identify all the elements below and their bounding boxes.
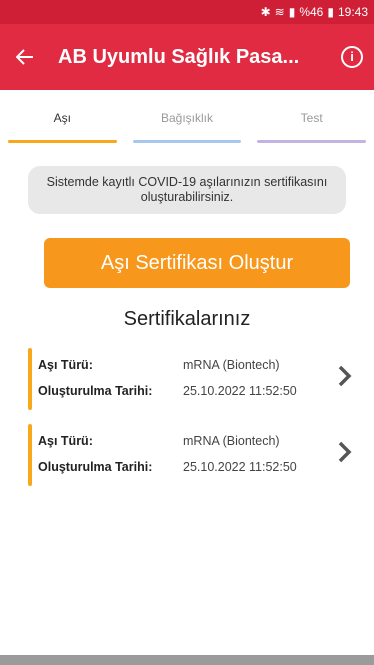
created-date-value: 25.10.2022 11:52:50 bbox=[183, 460, 297, 474]
battery-icon: ▮ bbox=[327, 5, 334, 19]
vaccine-type-value: mRNA (Biontech) bbox=[183, 358, 280, 372]
chevron-right-icon bbox=[338, 441, 352, 463]
created-date-label: Oluşturulma Tarihi: bbox=[38, 384, 153, 398]
bottom-edge bbox=[0, 655, 374, 665]
tab-indicator bbox=[8, 140, 117, 143]
tab-immunity[interactable]: Bağışıklık bbox=[125, 90, 250, 146]
info-icon: i bbox=[341, 46, 363, 68]
info-button[interactable]: i bbox=[330, 24, 374, 90]
created-date-label: Oluşturulma Tarihi: bbox=[38, 460, 153, 474]
vaccine-type-value: mRNA (Biontech) bbox=[183, 434, 280, 448]
info-notice: Sistemde kayıtlı COVID-19 aşılarınızın s… bbox=[28, 166, 346, 214]
clock: 19:43 bbox=[337, 5, 368, 19]
signal-icon: ▮ bbox=[288, 5, 296, 19]
tab-label: Bağışıklık bbox=[160, 111, 214, 125]
battery-percent: %46 bbox=[299, 5, 324, 19]
create-certificate-button[interactable]: Aşı Sertifikası Oluştur bbox=[44, 238, 350, 288]
chevron-right-icon bbox=[338, 365, 352, 387]
arrow-left-icon bbox=[16, 49, 33, 65]
certificate-item[interactable]: Aşı Türü: mRNA (Biontech) Oluşturulma Ta… bbox=[28, 348, 368, 410]
tab-bar: Aşı Bağışıklık Test bbox=[0, 90, 374, 146]
vaccine-type-label: Aşı Türü: bbox=[38, 434, 93, 448]
certificate-accent bbox=[28, 348, 32, 410]
certificate-item[interactable]: Aşı Türü: mRNA (Biontech) Oluşturulma Ta… bbox=[28, 424, 368, 486]
tab-label: Aşı bbox=[53, 111, 71, 125]
page-title: AB Uyumlu Sağlık Pasa... bbox=[58, 45, 300, 68]
tab-test[interactable]: Test bbox=[249, 90, 374, 146]
tab-indicator bbox=[257, 140, 367, 143]
back-button[interactable] bbox=[0, 24, 50, 90]
app-bar: AB Uyumlu Sağlık Pasa... i bbox=[0, 24, 374, 90]
section-title: Sertifikalarınız bbox=[123, 308, 251, 330]
created-date-value: 25.10.2022 11:52:50 bbox=[183, 384, 297, 398]
bluetooth-icon: ✱ bbox=[260, 5, 271, 19]
tab-label: Test bbox=[300, 111, 323, 125]
vaccine-type-label: Aşı Türü: bbox=[38, 358, 93, 372]
certificate-accent bbox=[28, 424, 32, 486]
wifi-icon: ≋ bbox=[274, 5, 285, 19]
status-bar: ✱ ≋ ▮ %46 ▮ 19:43 bbox=[0, 0, 374, 24]
tab-vaccine[interactable]: Aşı bbox=[0, 90, 125, 146]
tab-indicator bbox=[132, 140, 242, 143]
